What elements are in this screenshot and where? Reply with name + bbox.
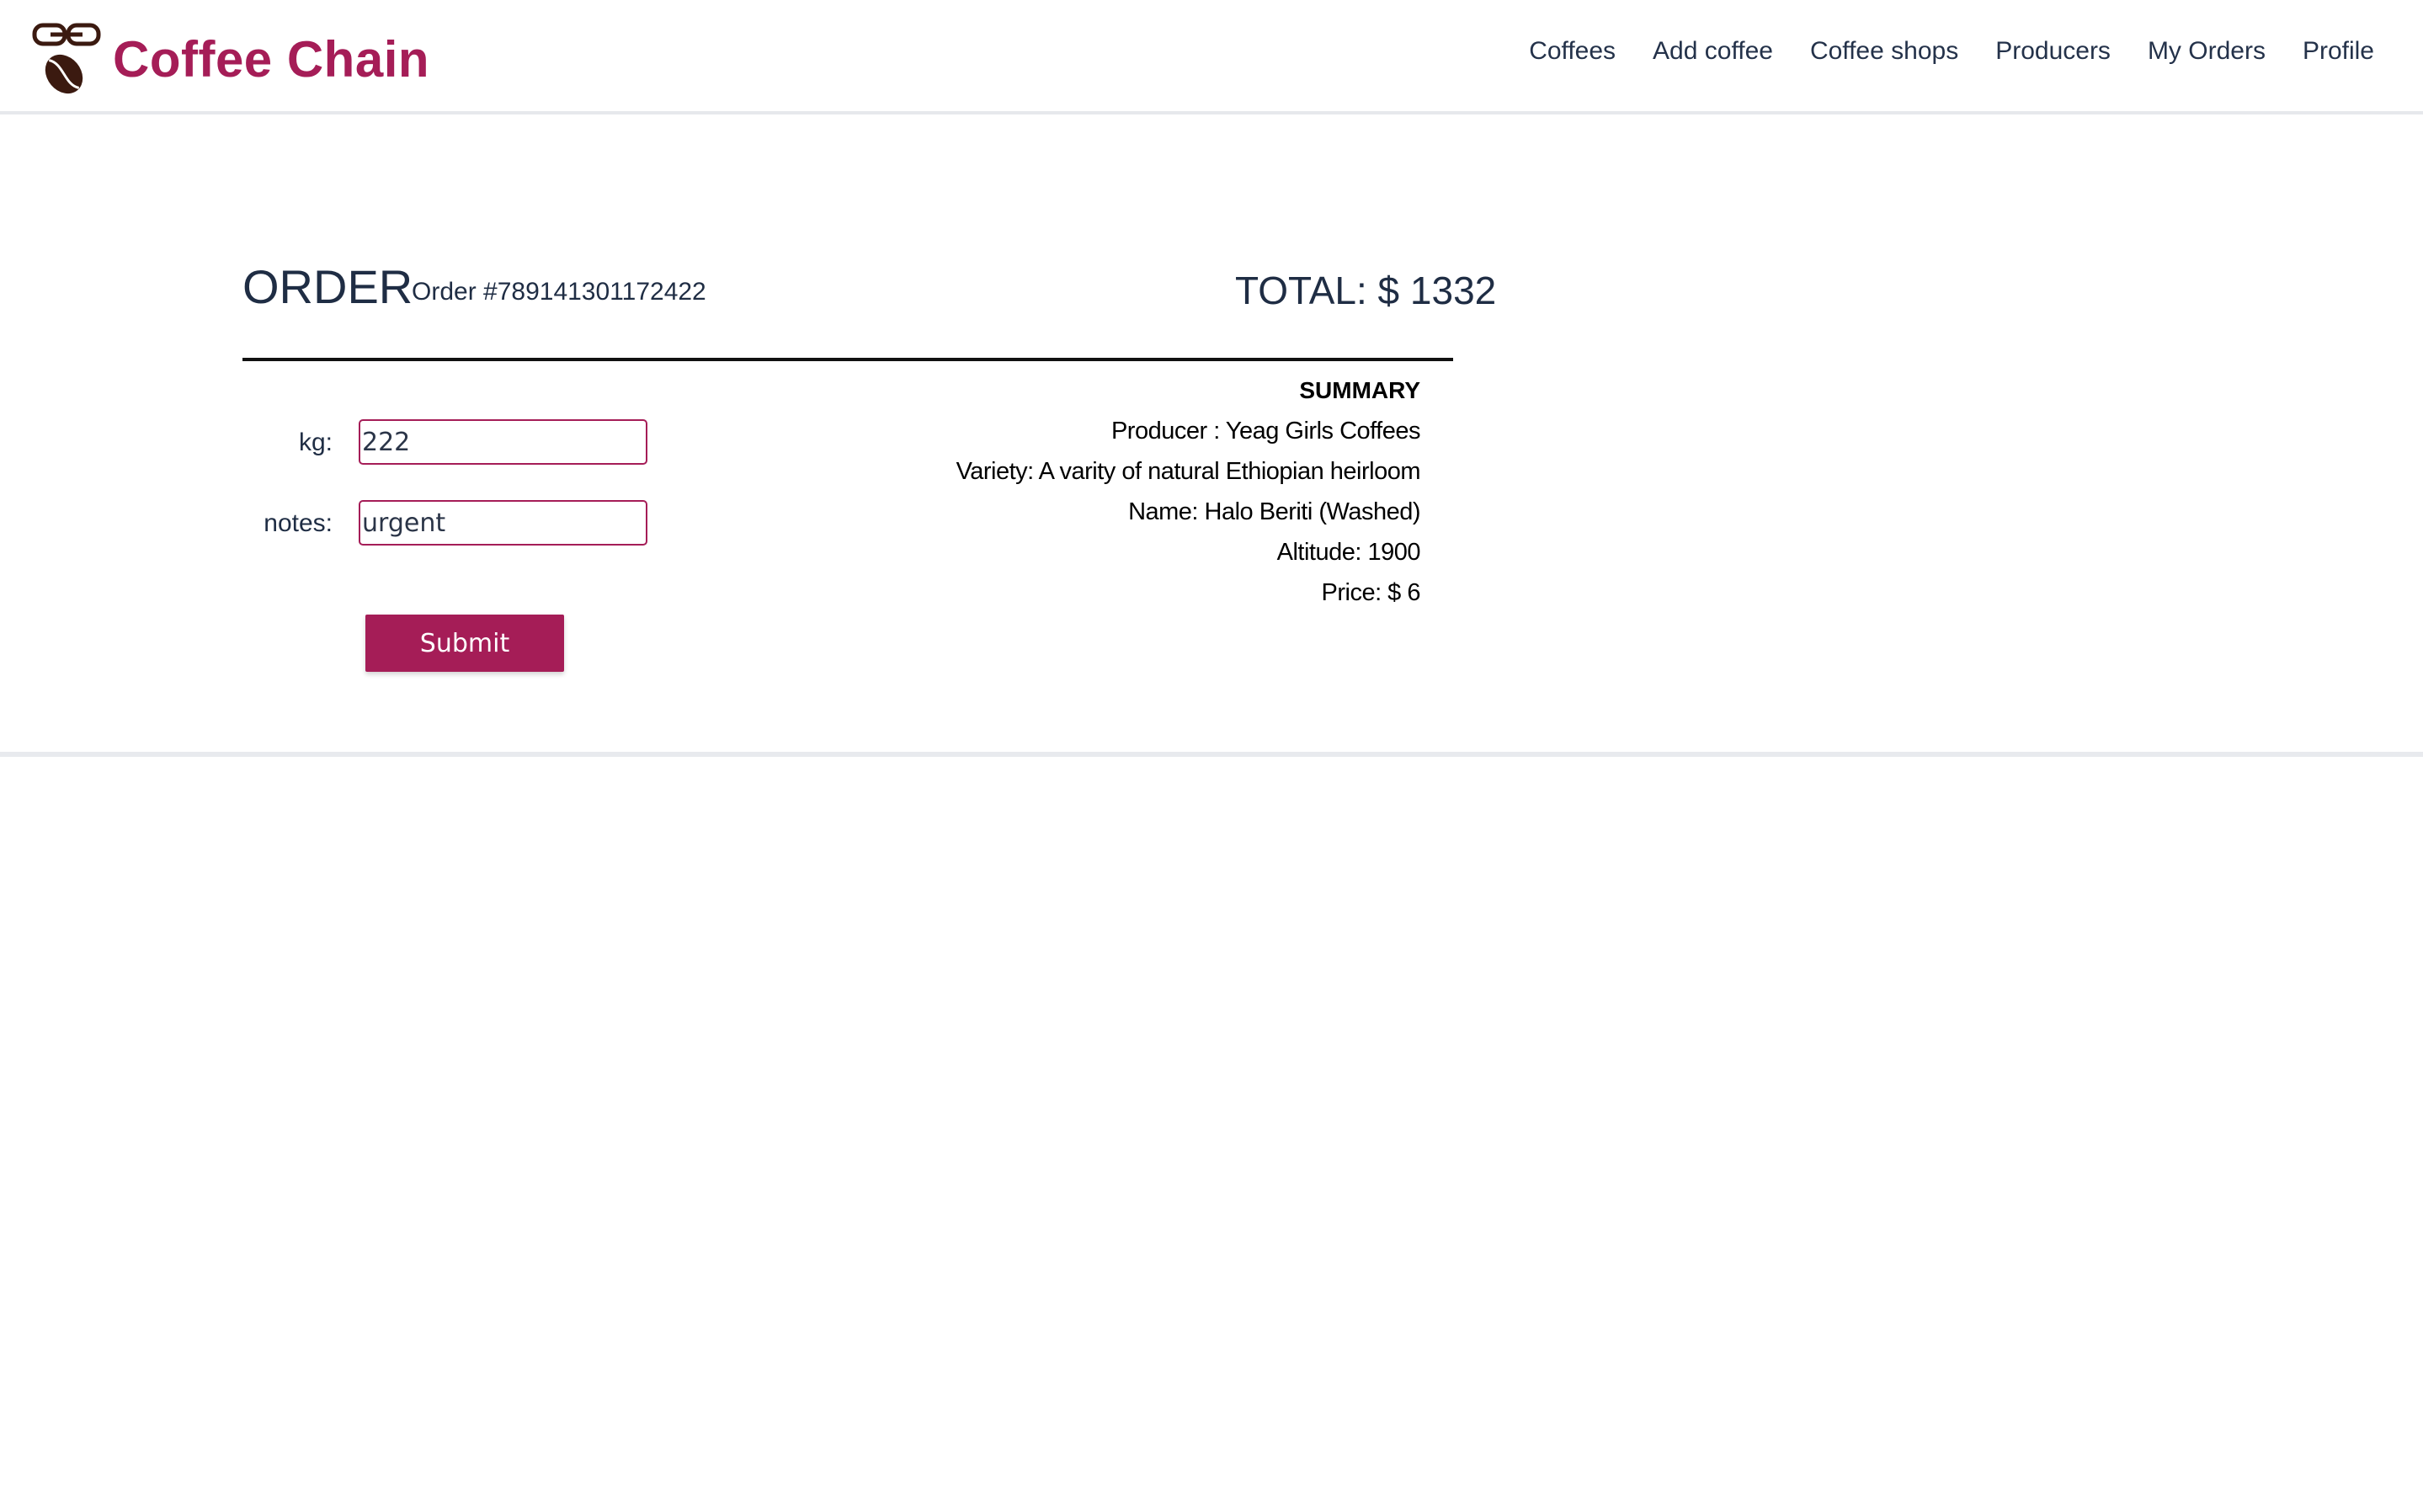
order-summary: SUMMARY Producer : Yeag Girls Coffees Va… <box>956 370 1421 613</box>
summary-variety: Variety: A varity of natural Ethiopian h… <box>956 458 1421 485</box>
top-navbar: Coffee Chain Coffees Add coffee Coffee s… <box>0 0 2423 114</box>
summary-name: Name: Halo Beriti (Washed) <box>1128 498 1420 525</box>
kg-input[interactable] <box>359 419 647 465</box>
order-divider <box>242 358 1453 361</box>
nav-links: Coffees Add coffee Coffee shops Producer… <box>1529 37 2374 66</box>
brand-name[interactable]: Coffee Chain <box>113 30 429 88</box>
order-total: TOTAL: $ 1332 <box>1235 269 1497 312</box>
submit-button[interactable]: Submit <box>365 615 564 672</box>
order-number: Order #789141301172422 <box>412 278 706 306</box>
order-title: ORDER <box>242 260 413 313</box>
nav-item-add-coffee[interactable]: Add coffee <box>1653 37 1773 66</box>
nav-item-coffee-shops[interactable]: Coffee shops <box>1810 37 1958 66</box>
content-bottom-divider <box>0 752 2423 757</box>
notes-input[interactable] <box>359 500 647 546</box>
summary-price: Price: $ 6 <box>1321 579 1421 606</box>
coffee-chain-logo-icon[interactable] <box>32 20 101 99</box>
nav-item-producers[interactable]: Producers <box>1995 37 2111 66</box>
summary-producer: Producer : Yeag Girls Coffees <box>1110 418 1421 445</box>
kg-label: kg: <box>298 429 333 456</box>
notes-label: notes: <box>264 509 333 537</box>
nav-item-my-orders[interactable]: My Orders <box>2148 37 2266 66</box>
nav-item-coffees[interactable]: Coffees <box>1529 37 1616 66</box>
nav-item-profile[interactable]: Profile <box>2303 37 2374 66</box>
summary-altitude: Altitude: 1900 <box>1276 539 1421 566</box>
summary-title: SUMMARY <box>1299 377 1420 403</box>
